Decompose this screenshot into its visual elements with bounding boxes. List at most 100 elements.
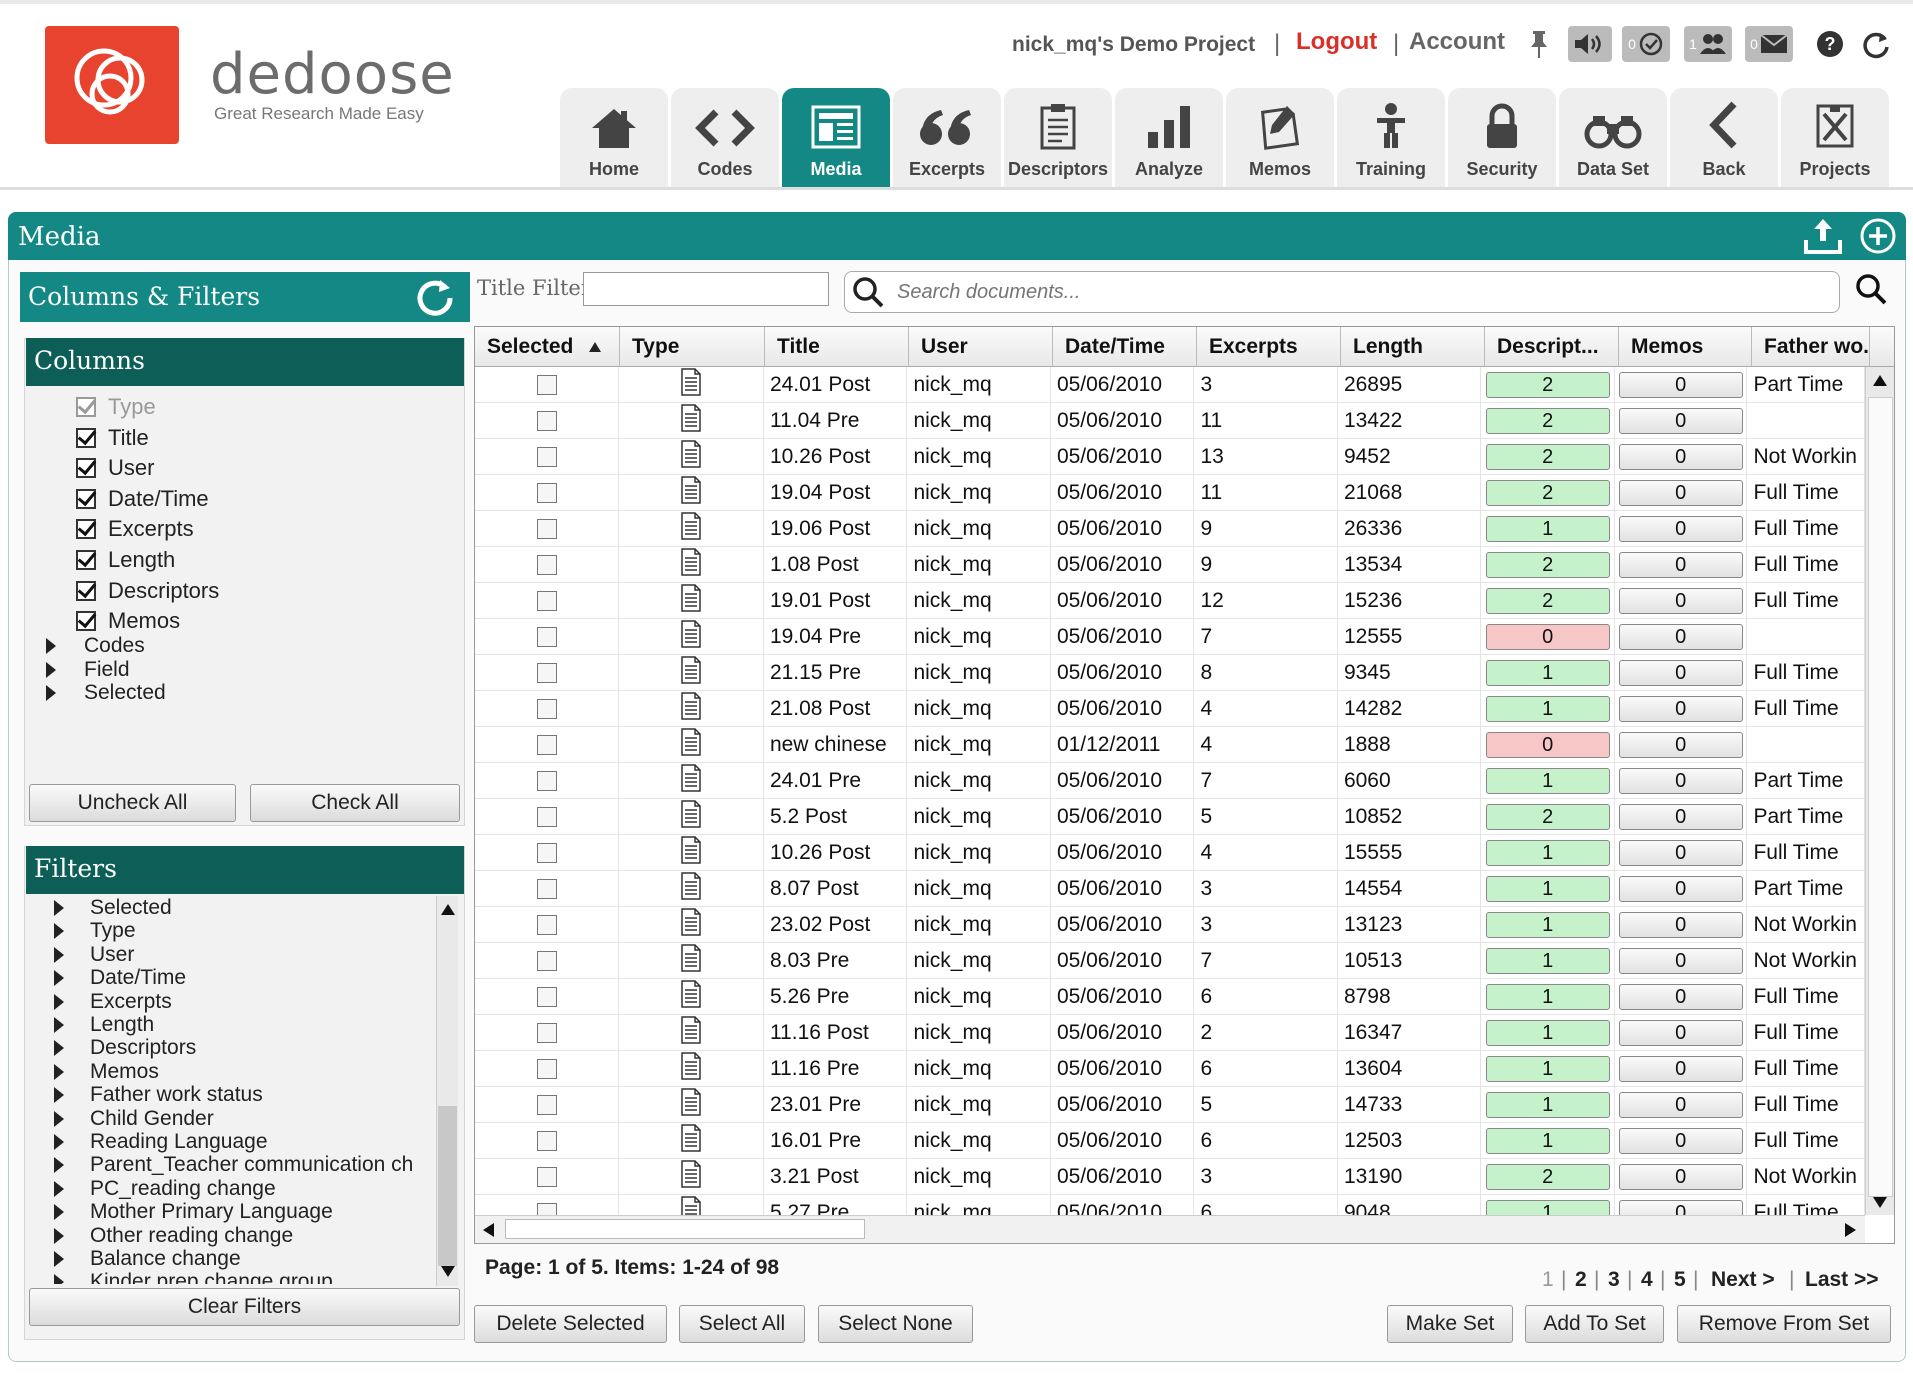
- filter-item[interactable]: Memos: [54, 1060, 159, 1084]
- memos-button[interactable]: 0: [1618, 1164, 1743, 1190]
- memos-button[interactable]: 0: [1618, 1092, 1743, 1118]
- filters-scrollbar[interactable]: [436, 896, 458, 1286]
- cell-title[interactable]: 10.26 Post: [764, 439, 908, 475]
- table-row[interactable]: 19.04 Post nick_mq 05/06/2010 11 21068 2 0 Full…: [475, 475, 1865, 511]
- checkbox[interactable]: [76, 611, 96, 632]
- filter-item[interactable]: PC_reading change: [54, 1177, 276, 1201]
- table-hscrollbar[interactable]: [475, 1215, 1865, 1243]
- row-select-checkbox[interactable]: [536, 1131, 557, 1151]
- filter-item[interactable]: Mother Primary Language: [54, 1200, 333, 1224]
- make-set-button[interactable]: Make Set: [1387, 1305, 1513, 1343]
- memos-button[interactable]: 0: [1618, 588, 1743, 614]
- last-page-link[interactable]: Last >>: [1805, 1268, 1879, 1292]
- nav-tab-home[interactable]: Home: [560, 88, 668, 188]
- descriptors-button[interactable]: 1: [1485, 984, 1610, 1010]
- descriptors-button[interactable]: 1: [1485, 1200, 1610, 1215]
- filter-item[interactable]: Father work status: [54, 1083, 263, 1107]
- descriptors-button[interactable]: 2: [1485, 372, 1610, 398]
- table-row[interactable]: 11.04 Pre nick_mq 05/06/2010 11 13422 2 0: [475, 403, 1865, 439]
- descriptors-button[interactable]: 2: [1485, 804, 1610, 830]
- logout-link[interactable]: Logout: [1296, 28, 1377, 56]
- column-toggle-descriptors[interactable]: Descriptors: [76, 578, 219, 604]
- cell-title[interactable]: 16.01 Pre: [764, 1123, 908, 1159]
- column-toggle-title[interactable]: Title: [76, 425, 149, 451]
- cell-title[interactable]: 8.03 Pre: [764, 943, 908, 979]
- scroll-down-icon[interactable]: [1873, 1197, 1887, 1208]
- checkbox[interactable]: [76, 397, 96, 417]
- row-select-checkbox[interactable]: [536, 807, 557, 827]
- row-select-checkbox[interactable]: [536, 1203, 557, 1215]
- hscroll-thumb[interactable]: [505, 1219, 865, 1239]
- cell-title[interactable]: 23.01 Pre: [764, 1087, 908, 1123]
- search-input[interactable]: [897, 278, 1817, 306]
- scroll-up-icon[interactable]: [441, 904, 455, 915]
- expand-arrow-icon[interactable]: [54, 1157, 64, 1174]
- filter-item[interactable]: Excerpts: [54, 990, 172, 1014]
- remove-from-set-button[interactable]: Remove From Set: [1677, 1305, 1891, 1343]
- table-row[interactable]: 8.07 Post nick_mq 05/06/2010 3 14554 1 0 Part T…: [475, 871, 1865, 907]
- table-row[interactable]: 8.03 Pre nick_mq 05/06/2010 7 10513 1 0 Not Wor…: [475, 943, 1865, 979]
- table-row[interactable]: 24.01 Pre nick_mq 05/06/2010 7 6060 1 0 Part Ti…: [475, 763, 1865, 799]
- reset-icon[interactable]: [412, 274, 460, 327]
- page-link-4[interactable]: 4: [1641, 1268, 1653, 1292]
- row-select-checkbox[interactable]: [536, 951, 557, 971]
- row-select-checkbox[interactable]: [536, 771, 557, 791]
- table-row[interactable]: 19.06 Post nick_mq 05/06/2010 9 26336 1 0 Full …: [475, 511, 1865, 547]
- memos-button[interactable]: 0: [1618, 912, 1743, 938]
- expand-arrow-icon[interactable]: [54, 1017, 64, 1033]
- title-filter-input[interactable]: [583, 272, 829, 306]
- descriptors-button[interactable]: 2: [1485, 588, 1610, 614]
- cell-title[interactable]: 19.04 Post: [764, 475, 908, 511]
- row-select-checkbox[interactable]: [536, 591, 557, 611]
- memos-button[interactable]: 0: [1618, 552, 1743, 578]
- table-vscrollbar[interactable]: [1865, 367, 1894, 1215]
- descriptors-button[interactable]: 1: [1485, 1020, 1610, 1046]
- table-row[interactable]: 21.15 Pre nick_mq 05/06/2010 8 9345 1 0 Full Ti…: [475, 655, 1865, 691]
- table-row[interactable]: 19.01 Post nick_mq 05/06/2010 12 15236 2 0 Full…: [475, 583, 1865, 619]
- descriptors-button[interactable]: 1: [1485, 840, 1610, 866]
- memos-button[interactable]: 0: [1618, 444, 1743, 470]
- cell-title[interactable]: 19.01 Post: [764, 583, 908, 619]
- row-select-checkbox[interactable]: [536, 447, 557, 467]
- descriptors-button[interactable]: 0: [1485, 624, 1610, 650]
- row-select-checkbox[interactable]: [536, 987, 557, 1007]
- page-link-1[interactable]: 1: [1542, 1268, 1554, 1292]
- column-header[interactable]: Type: [620, 327, 765, 367]
- expand-arrow-icon[interactable]: [54, 1134, 64, 1150]
- table-row[interactable]: 5.27 Pre nick_mq 05/06/2010 6 9048 1 0 Full Tim…: [475, 1195, 1865, 1215]
- cell-title[interactable]: 23.02 Post: [764, 907, 908, 943]
- search-button-icon[interactable]: [1854, 272, 1890, 313]
- descriptors-button[interactable]: 0: [1485, 732, 1610, 758]
- memos-button[interactable]: 0: [1618, 768, 1743, 794]
- table-row[interactable]: 24.01 Post nick_mq 05/06/2010 3 26895 2 0 Part …: [475, 367, 1865, 403]
- column-toggle-datetime[interactable]: Date/Time: [76, 486, 209, 512]
- table-row[interactable]: 23.02 Post nick_mq 05/06/2010 3 13123 1 0 Not W…: [475, 907, 1865, 943]
- filter-item[interactable]: User: [54, 943, 134, 967]
- page-link-5[interactable]: 5: [1674, 1268, 1686, 1292]
- cell-title[interactable]: 5.27 Pre: [764, 1195, 908, 1215]
- nav-tab-data-set[interactable]: Data Set: [1559, 88, 1667, 188]
- select-none-button[interactable]: Select None: [818, 1305, 973, 1343]
- table-row[interactable]: 5.2 Post nick_mq 05/06/2010 5 10852 2 0 Part Ti…: [475, 799, 1865, 835]
- expand-arrow-icon[interactable]: [54, 1087, 64, 1104]
- nav-tab-projects[interactable]: Projects: [1781, 88, 1889, 188]
- memos-button[interactable]: 0: [1618, 696, 1743, 722]
- users-badge[interactable]: 1: [1684, 26, 1732, 62]
- row-select-checkbox[interactable]: [536, 555, 557, 575]
- filter-item[interactable]: Reading Language: [54, 1130, 268, 1154]
- check-all-button[interactable]: Check All: [250, 784, 460, 822]
- column-toggle-type[interactable]: Type: [76, 394, 156, 420]
- page-link-2[interactable]: 2: [1575, 1268, 1587, 1292]
- column-toggle-excerpts[interactable]: Excerpts: [76, 516, 194, 542]
- pin-icon[interactable]: [1524, 26, 1554, 62]
- nav-tab-security[interactable]: Security: [1448, 88, 1556, 188]
- column-header[interactable]: Date/Time: [1053, 327, 1197, 367]
- expand-arrow-icon[interactable]: [54, 993, 64, 1010]
- upload-icon[interactable]: [1802, 216, 1844, 261]
- cell-title[interactable]: 10.26 Post: [764, 835, 908, 871]
- row-select-checkbox[interactable]: [536, 663, 557, 683]
- column-header[interactable]: Father wo...: [1752, 327, 1870, 367]
- filter-item[interactable]: Kinder prep change group: [54, 1270, 333, 1284]
- checkbox[interactable]: [76, 458, 96, 479]
- select-all-button[interactable]: Select All: [679, 1305, 805, 1343]
